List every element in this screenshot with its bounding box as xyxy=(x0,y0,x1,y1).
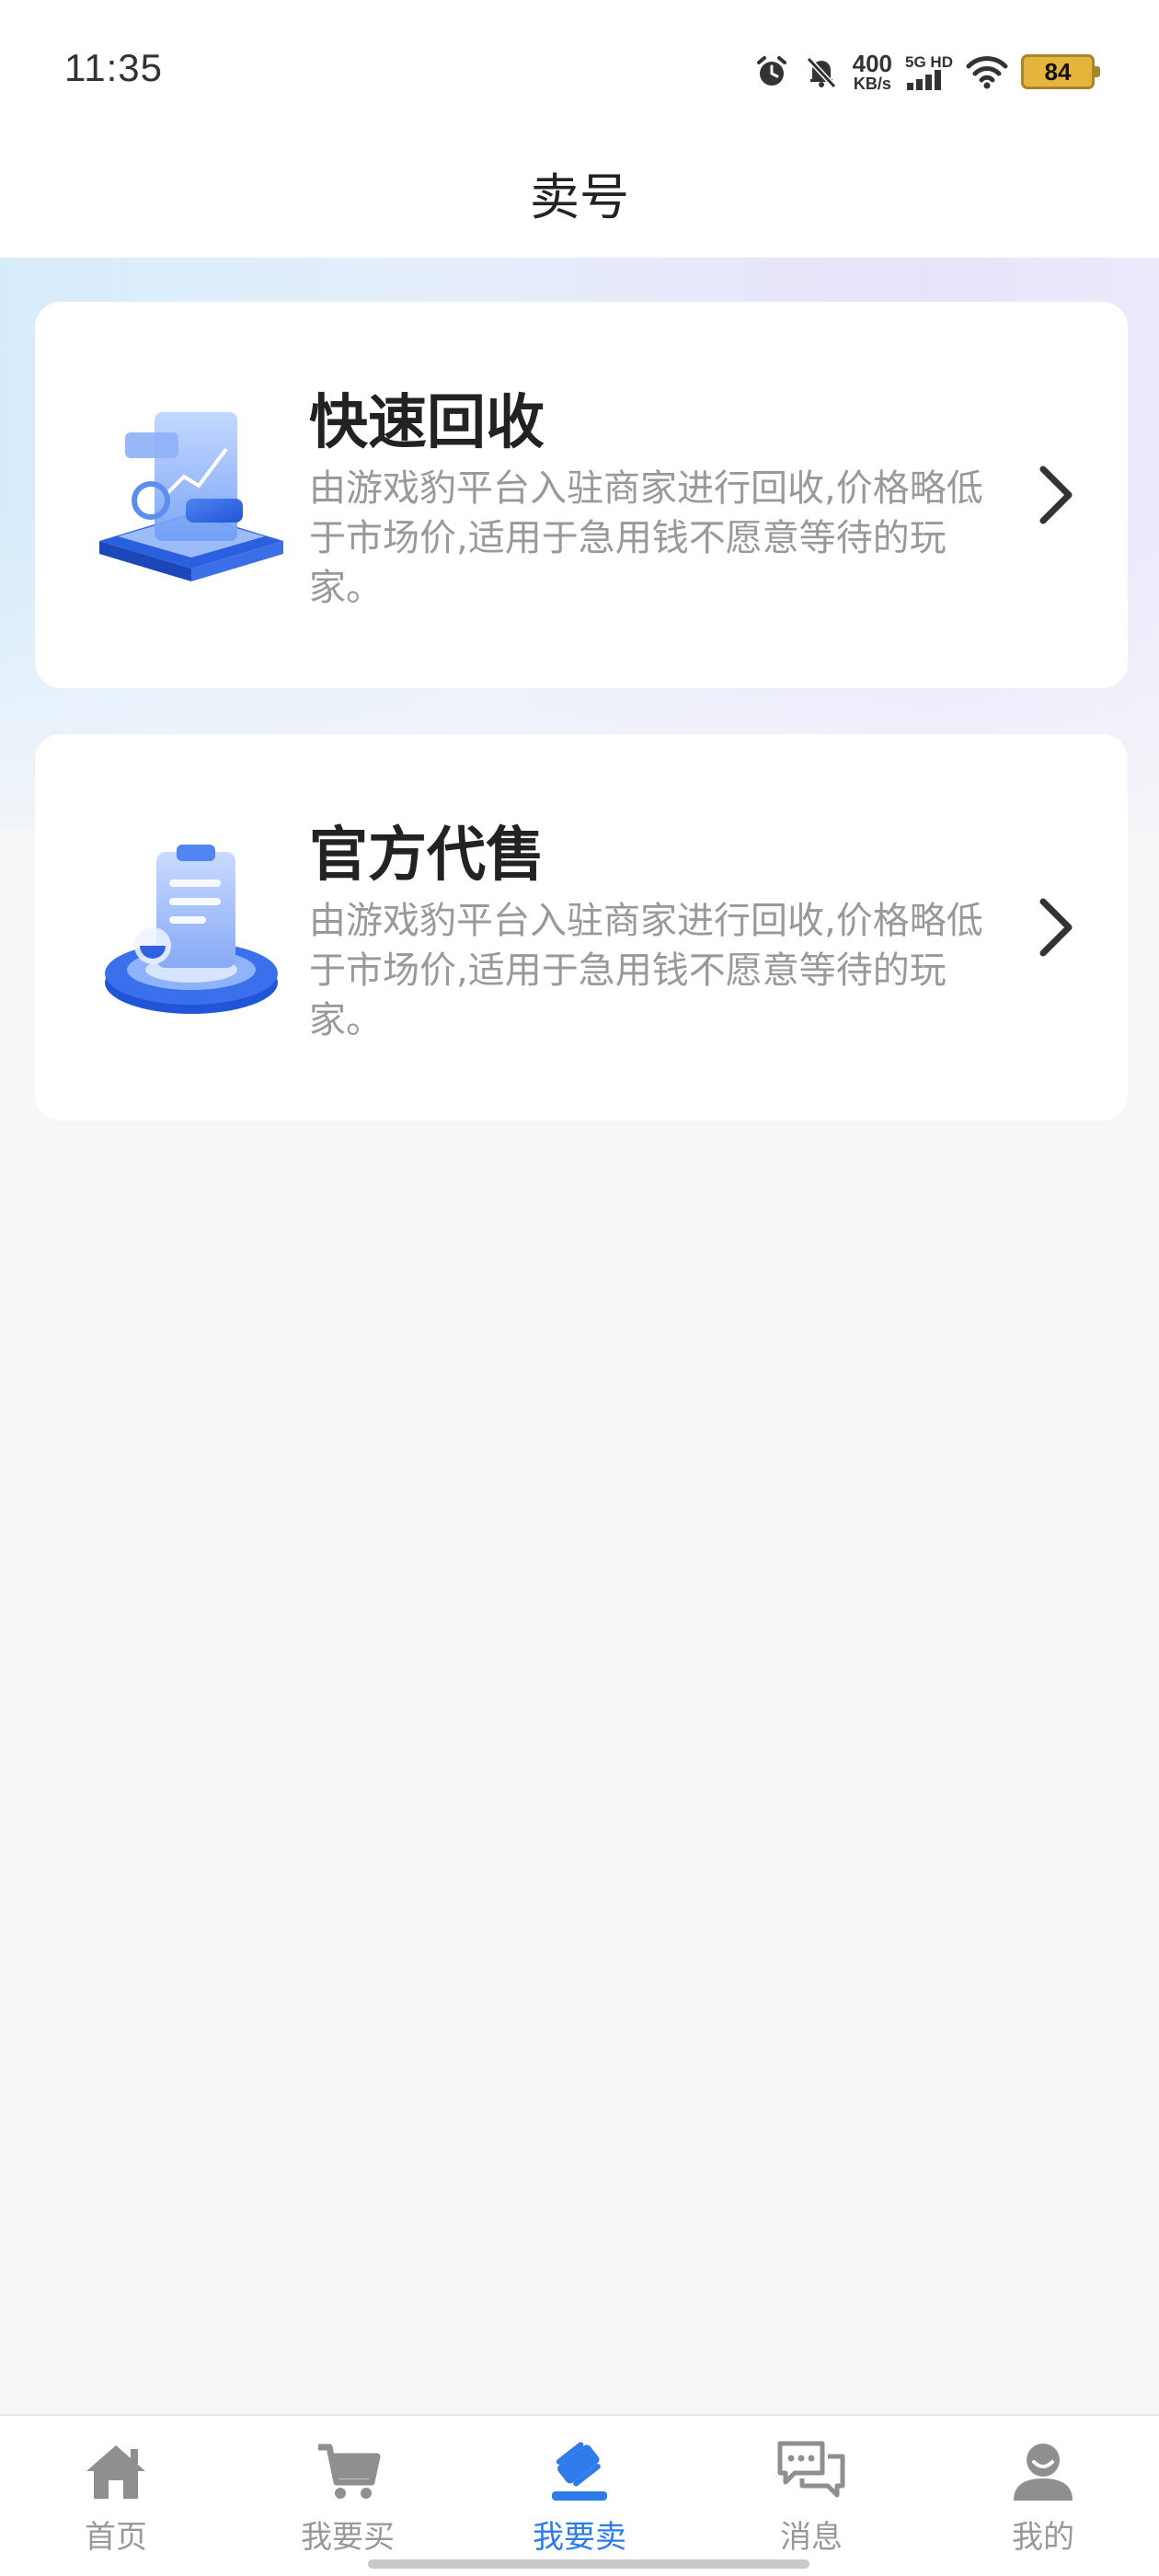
card-title: 快速回收 xyxy=(309,389,545,457)
user-icon xyxy=(1014,2444,1073,2501)
chevron-right-icon[interactable] xyxy=(1030,458,1080,532)
card-title: 官方代售 xyxy=(309,822,545,890)
cart-icon xyxy=(318,2444,381,2499)
alarm-icon xyxy=(756,56,786,86)
quick-recycle-card[interactable]: 快速回收 由游戏豹平台入驻商家进行回收,价格略低于市场价,适用于急用钱不愿意等待… xyxy=(35,302,1128,688)
gavel-icon xyxy=(552,2442,607,2501)
card-description: 由游戏豹平台入驻商家进行回收,价格略低于市场价,适用于急用钱不愿意等待的玩家。 xyxy=(309,467,983,609)
chat-icon xyxy=(777,2441,845,2498)
tab-label: 消息 xyxy=(780,2519,843,2556)
status-time: 11:35 xyxy=(64,46,163,89)
tab-home[interactable]: 首页 xyxy=(0,2416,232,2576)
chevron-right-icon[interactable] xyxy=(1030,891,1080,964)
tab-sell[interactable]: 我要卖 xyxy=(464,2416,695,2576)
official-consignment-card[interactable]: 官方代售 由游戏豹平台入驻商家进行回收,价格略低于市场价,适用于急用钱不愿意等待… xyxy=(35,734,1128,1121)
tab-profile[interactable]: 我的 xyxy=(927,2416,1159,2576)
wifi-icon xyxy=(966,56,1008,89)
network-speed: 400 KB/s xyxy=(853,52,892,92)
tab-label: 我要买 xyxy=(301,2519,395,2556)
tab-messages[interactable]: 消息 xyxy=(695,2416,927,2576)
cellular-signal: 5G HD xyxy=(905,54,953,90)
clipboard-illustration xyxy=(105,845,278,1014)
home-icon xyxy=(86,2445,145,2499)
battery-indicator: 84 xyxy=(1021,54,1100,89)
network-speed-value: 400 xyxy=(852,50,893,77)
mute-bell-icon xyxy=(806,56,836,89)
screen: 11:35 400 KB/s 5G HD 84 卖号 快速回收 由游戏豹平台入驻… xyxy=(0,0,1159,2576)
tab-label: 首页 xyxy=(85,2519,147,2556)
header: 卖号 xyxy=(0,138,1159,258)
network-speed-unit: KB/s xyxy=(853,75,891,93)
chart-document-illustration xyxy=(99,412,283,581)
status-icons: 400 KB/s 5G HD 84 xyxy=(753,44,1100,99)
status-bar: 11:35 400 KB/s 5G HD 84 xyxy=(0,0,1159,138)
tab-label: 我的 xyxy=(1012,2519,1074,2556)
signal-bars-icon xyxy=(907,69,942,90)
tab-label: 我要卖 xyxy=(533,2519,626,2556)
page-title: 卖号 xyxy=(530,168,629,226)
bottom-tab-bar: 首页 我要买 我要卖 消息 我的 xyxy=(0,2414,1159,2576)
tab-buy[interactable]: 我要买 xyxy=(232,2416,464,2576)
card-description: 由游戏豹平台入驻商家进行回收,价格略低于市场价,适用于急用钱不愿意等待的玩家。 xyxy=(309,900,983,1041)
network-type: 5G HD xyxy=(905,52,953,71)
home-indicator[interactable] xyxy=(368,2559,809,2569)
